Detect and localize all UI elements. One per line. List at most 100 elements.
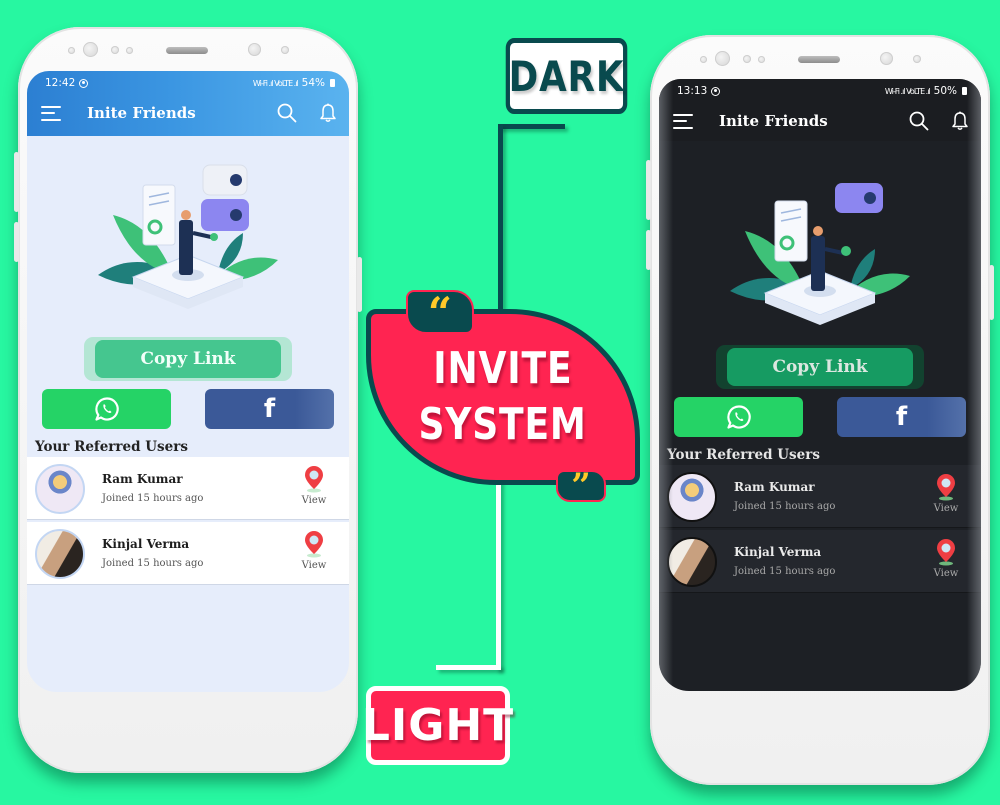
battery-percent: 54% (301, 77, 325, 89)
app-header: 13:13 Wi-Fi .ıl VoLTE .ıl 50% Inite Frie… (659, 79, 981, 141)
settings-status-icon (79, 78, 89, 88)
avatar (35, 464, 85, 514)
iris-sensor (880, 52, 893, 65)
facebook-icon: f (263, 394, 276, 424)
user-name: Kinjal Verma (102, 537, 190, 551)
copy-link-button[interactable]: Copy Link (727, 348, 913, 386)
badge-title-line1: INVITE (433, 343, 573, 394)
invite-illustration (730, 183, 910, 325)
side-button (14, 222, 19, 262)
whatsapp-share-button[interactable] (42, 389, 171, 429)
avatar (35, 529, 85, 579)
avatar (667, 472, 717, 522)
app-bar: Inite Friends (659, 101, 981, 141)
user-name: Kinjal Verma (734, 545, 822, 559)
sensor-dot (126, 47, 133, 54)
facebook-share-button[interactable]: f (837, 397, 966, 437)
view-location-button[interactable]: View (299, 530, 329, 571)
sensor-dot (68, 47, 75, 54)
whatsapp-share-button[interactable] (674, 397, 803, 437)
location-pin-icon (937, 474, 955, 501)
user-joined: Joined 15 hours ago (102, 493, 204, 504)
light-theme-label: LIGHT (362, 686, 513, 765)
earpiece-speaker (798, 56, 840, 63)
document-card (142, 184, 176, 246)
view-location-button[interactable]: View (931, 538, 961, 579)
referred-users-list: Ram Kumar Joined 15 hours ago View Kinja… (659, 465, 981, 595)
share-buttons: f (42, 389, 334, 429)
sensor-dot (913, 55, 921, 63)
avatar (667, 537, 717, 587)
sensor-dot (758, 56, 765, 63)
hamburger-icon[interactable] (41, 105, 61, 121)
search-icon[interactable] (277, 103, 297, 123)
section-title: Your Referred Users (667, 447, 820, 463)
battery-icon (962, 87, 967, 95)
signal-icons: Wi-Fi .ıl VoLTE .ıl (884, 86, 931, 96)
view-label: View (301, 560, 327, 571)
settings-status-icon (711, 86, 721, 96)
app-header: 12:42 Wi-Fi .ıl VoLTE .ıl 54% Inite Frie… (27, 71, 349, 136)
sensor-dot (281, 46, 289, 54)
list-item[interactable]: Kinjal Verma Joined 15 hours ago View (659, 530, 981, 593)
page-title: Inite Friends (87, 104, 196, 122)
connector-line-bottom-horizontal (436, 665, 501, 670)
search-icon[interactable] (909, 111, 929, 131)
dark-theme-label: DARK (505, 38, 628, 114)
person (179, 220, 193, 275)
sensor-dot (743, 55, 751, 63)
view-location-button[interactable]: View (931, 473, 961, 514)
referred-users-list: Ram Kumar Joined 15 hours ago View Kinja… (27, 457, 349, 587)
view-location-button[interactable]: View (299, 465, 329, 506)
side-button (989, 265, 994, 320)
side-button (646, 160, 651, 220)
close-quote-icon: ” (556, 466, 606, 506)
list-item[interactable]: Ram Kumar Joined 15 hours ago View (659, 465, 981, 528)
app-screen: 12:42 Wi-Fi .ıl VoLTE .ıl 54% Inite Frie… (27, 71, 349, 692)
status-time: 13:13 (677, 85, 708, 97)
bell-icon[interactable] (951, 111, 969, 131)
person (811, 236, 825, 291)
bell-icon[interactable] (319, 103, 337, 123)
sensor-dot (700, 56, 707, 63)
user-joined: Joined 15 hours ago (734, 566, 836, 577)
dark-phone-mockup: 13:13 Wi-Fi .ıl VoLTE .ıl 50% Inite Frie… (646, 35, 994, 785)
invite-system-badge: INVITE SYSTEM (366, 309, 640, 485)
facebook-share-button[interactable]: f (205, 389, 334, 429)
sensor-dot (111, 46, 119, 54)
whatsapp-icon (726, 405, 751, 429)
app-bar: Inite Friends (27, 93, 349, 133)
iris-sensor (248, 43, 261, 56)
section-title: Your Referred Users (35, 439, 188, 455)
signal-icons: Wi-Fi .ıl VoLTE .ıl (252, 78, 299, 88)
user-name: Ram Kumar (102, 472, 183, 486)
connector-line-top-vertical (498, 124, 503, 314)
page-title: Inite Friends (719, 112, 828, 130)
whatsapp-icon (94, 397, 119, 421)
facebook-icon: f (895, 402, 908, 432)
invite-illustration (98, 164, 278, 309)
share-buttons: f (674, 397, 966, 437)
hamburger-icon[interactable] (673, 113, 693, 129)
user-joined: Joined 15 hours ago (734, 501, 836, 512)
copy-link-button[interactable]: Copy Link (95, 340, 281, 378)
view-label: View (933, 568, 959, 579)
light-phone-mockup: 12:42 Wi-Fi .ıl VoLTE .ıl 54% Inite Frie… (14, 27, 362, 773)
connector-line-bottom-vertical (496, 480, 501, 670)
battery-icon (330, 79, 335, 87)
front-camera (83, 42, 98, 57)
list-item[interactable]: Kinjal Verma Joined 15 hours ago View (27, 522, 349, 585)
app-screen: 13:13 Wi-Fi .ıl VoLTE .ıl 50% Inite Frie… (659, 79, 981, 691)
location-pin-icon (937, 539, 955, 566)
copy-link-container: Copy Link (84, 337, 292, 381)
status-bar: 12:42 Wi-Fi .ıl VoLTE .ıl 54% (45, 76, 335, 90)
open-quote-icon: “ (406, 288, 474, 337)
list-item[interactable]: Ram Kumar Joined 15 hours ago View (27, 457, 349, 520)
connector-line-top-horizontal (498, 124, 565, 129)
view-label: View (301, 495, 327, 506)
user-name: Ram Kumar (734, 480, 815, 494)
side-button (14, 152, 19, 212)
location-pin-icon (305, 531, 323, 558)
user-joined: Joined 15 hours ago (102, 558, 204, 569)
front-camera (715, 51, 730, 66)
